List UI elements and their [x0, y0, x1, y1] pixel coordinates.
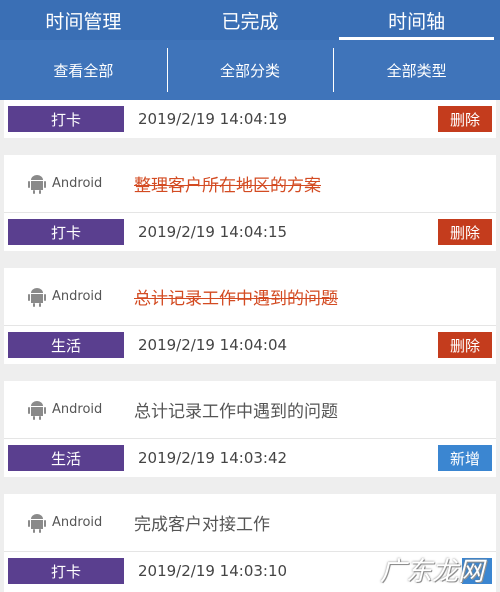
watermark-text: 广东龙网 [380, 556, 485, 587]
category-badge: 生活 [8, 445, 124, 471]
source-label: Android [52, 289, 103, 304]
entry-source: Android [4, 513, 134, 533]
entry-timestamp: 2019/2/19 14:04:04 [138, 336, 288, 354]
timeline-entry: Android 总计记录工作中遇到的问题 生活 2019/2/19 14:04:… [4, 268, 496, 364]
filter-all-types[interactable]: 全部类型 [333, 40, 500, 100]
entry-meta-row: 打卡 2019/2/19 14:04:19 删除 [4, 100, 496, 138]
category-badge: 打卡 [8, 106, 124, 132]
tab-time-management[interactable]: 时间管理 [0, 0, 167, 40]
entry-title[interactable]: 完成客户对接工作 [134, 510, 270, 535]
entry-source: Android [4, 174, 134, 194]
entry-timestamp: 2019/2/19 14:04:15 [138, 223, 288, 241]
delete-button[interactable]: 删除 [438, 106, 492, 132]
tab-timeline[interactable]: 时间轴 [333, 0, 500, 40]
entry-header: Android 完成客户对接工作 [4, 494, 496, 552]
source-label: Android [52, 402, 103, 417]
add-button[interactable]: 新增 [438, 445, 492, 471]
timeline-entry: Android 总计记录工作中遇到的问题 生活 2019/2/19 14:03:… [4, 381, 496, 477]
android-icon [28, 287, 46, 307]
timeline-entry: Android 整理客户所在地区的方案 打卡 2019/2/19 14:04:1… [4, 155, 496, 251]
watermark-logo-icon [344, 553, 376, 585]
site-watermark: 广东龙网 [344, 548, 492, 590]
entry-header: Android 总计记录工作中遇到的问题 [4, 268, 496, 326]
entry-timestamp: 2019/2/19 14:03:10 [138, 562, 288, 580]
entry-meta-row: 生活 2019/2/19 14:04:04 删除 [4, 326, 496, 364]
category-badge: 打卡 [8, 558, 124, 584]
entry-title[interactable]: 总计记录工作中遇到的问题 [134, 397, 338, 422]
source-label: Android [52, 176, 103, 191]
entry-header: Android 总计记录工作中遇到的问题 [4, 381, 496, 439]
android-icon [28, 174, 46, 194]
filter-all-categories[interactable]: 全部分类 [166, 40, 334, 100]
filter-bar: 查看全部 全部分类 全部类型 [0, 40, 500, 100]
timeline-entry: 打卡 2019/2/19 14:04:19 删除 [4, 100, 496, 138]
delete-button[interactable]: 删除 [438, 332, 492, 358]
category-badge: 打卡 [8, 219, 124, 245]
entry-title[interactable]: 总计记录工作中遇到的问题 [134, 284, 338, 309]
source-label: Android [52, 515, 103, 530]
entry-title[interactable]: 整理客户所在地区的方案 [134, 171, 321, 196]
entry-timestamp: 2019/2/19 14:03:42 [138, 449, 288, 467]
entry-meta-row: 生活 2019/2/19 14:03:42 新增 [4, 439, 496, 477]
entry-header: Android 整理客户所在地区的方案 [4, 155, 496, 213]
entry-timestamp: 2019/2/19 14:04:19 [138, 110, 288, 128]
category-badge: 生活 [8, 332, 124, 358]
entry-meta-row: 打卡 2019/2/19 14:04:15 删除 [4, 213, 496, 251]
entry-source: Android [4, 287, 134, 307]
top-tab-bar: 时间管理 已完成 时间轴 [0, 0, 500, 40]
android-icon [28, 400, 46, 420]
entry-source: Android [4, 400, 134, 420]
filter-view-all[interactable]: 查看全部 [0, 40, 167, 100]
tab-completed[interactable]: 已完成 [167, 0, 334, 40]
delete-button[interactable]: 删除 [438, 219, 492, 245]
android-icon [28, 513, 46, 533]
